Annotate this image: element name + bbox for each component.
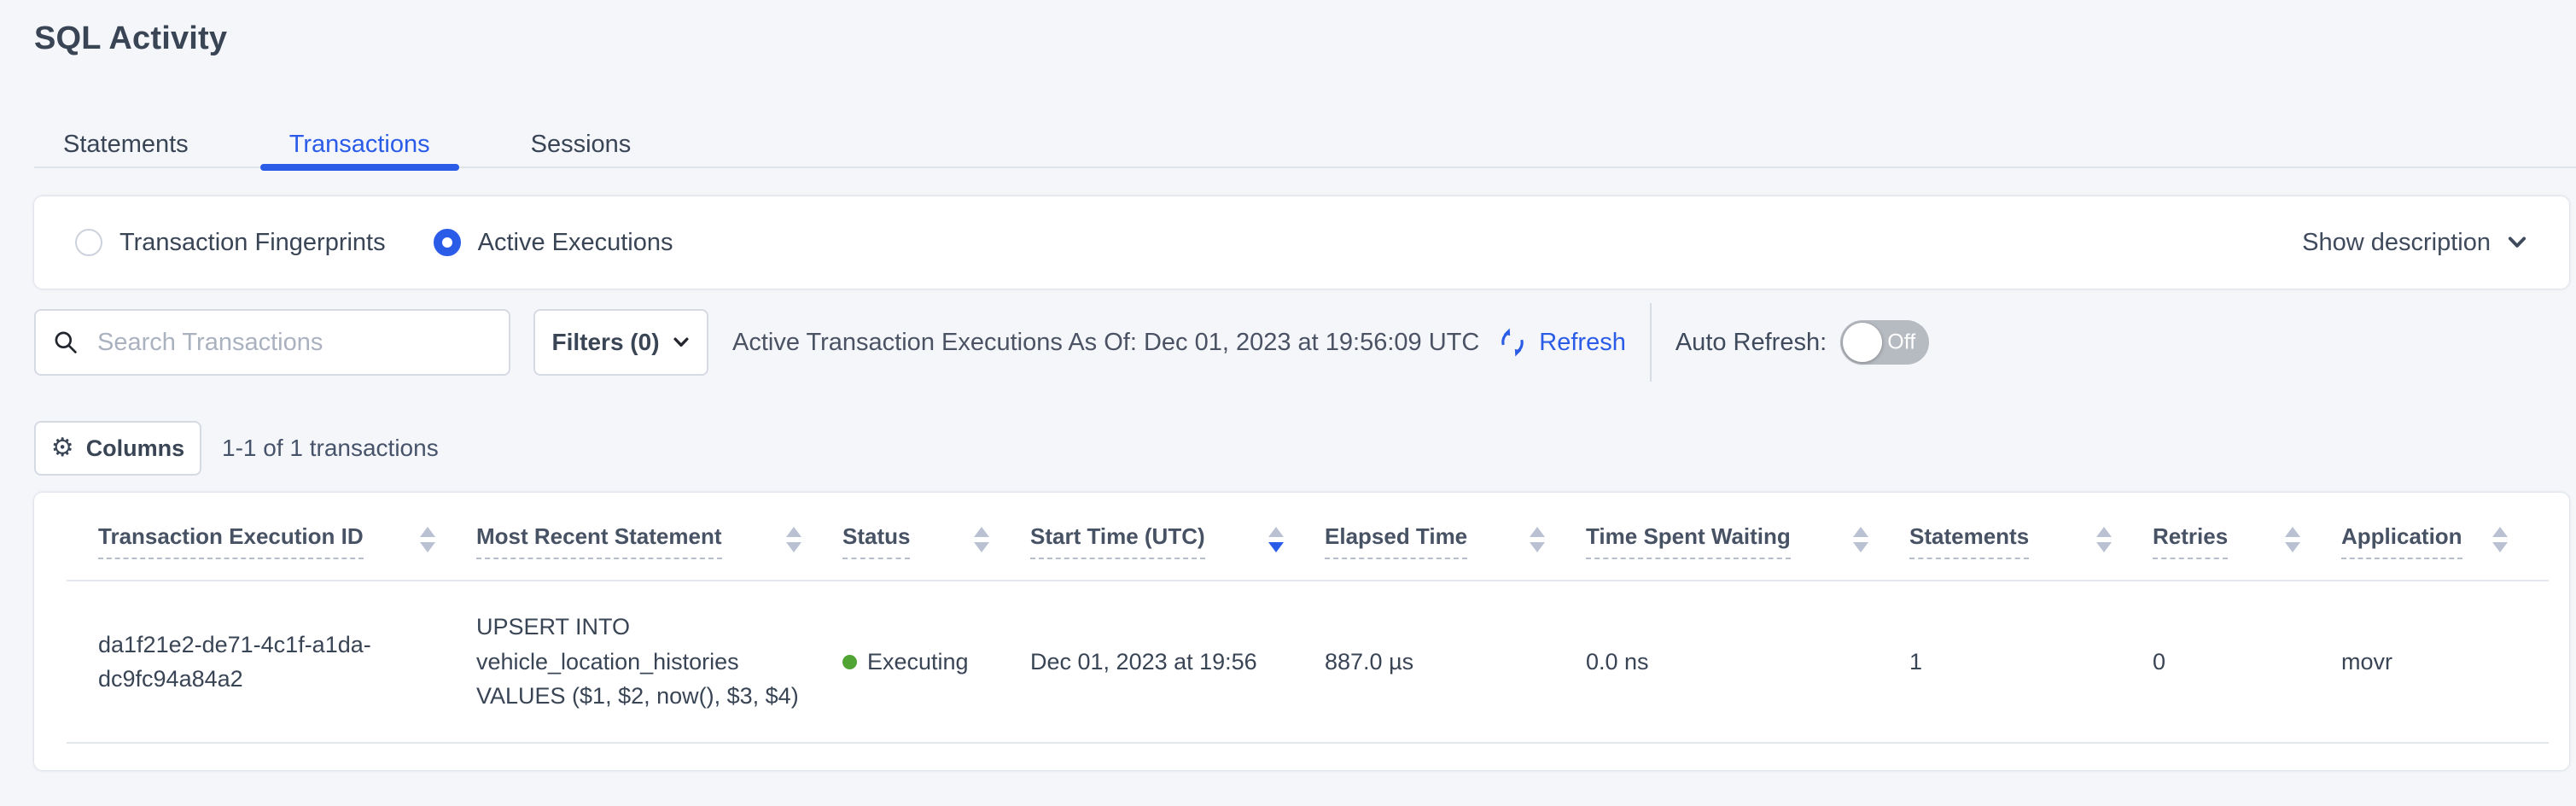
refresh-label: Refresh — [1539, 329, 1626, 357]
search-icon — [53, 330, 79, 355]
divider — [1650, 303, 1652, 382]
view-mode-card: Transaction Fingerprints Active Executio… — [34, 196, 2569, 289]
filters-button[interactable]: Filters (0) — [533, 309, 708, 376]
columns-button-label: Columns — [86, 435, 185, 462]
refresh-icon — [1496, 326, 1529, 359]
tab-statements[interactable]: Statements — [34, 122, 218, 166]
columns-button[interactable]: ⚙ Columns — [34, 421, 201, 476]
column-header-time-spent-waiting[interactable]: Time Spent Waiting — [1586, 523, 1909, 559]
tab-bar: Statements Transactions Sessions — [34, 119, 2576, 168]
sort-icon[interactable] — [1268, 527, 1284, 552]
filters-button-label: Filters (0) — [551, 329, 659, 356]
sort-icon[interactable] — [786, 527, 801, 552]
show-description-label: Show description — [2302, 229, 2491, 257]
radio-circle-icon — [434, 229, 461, 256]
auto-refresh-label: Auto Refresh: — [1676, 329, 1827, 357]
status-dot-icon — [842, 655, 857, 669]
transactions-table-card: Transaction Execution ID Most Recent Sta… — [34, 493, 2569, 770]
cell-statements: 1 — [1909, 581, 2153, 742]
sql-activity-page: SQL Activity Statements Transactions Ses… — [0, 20, 2576, 806]
search-input-wrapper — [34, 309, 510, 376]
tab-sessions[interactable]: Sessions — [502, 122, 661, 166]
status-badge: Executing — [867, 645, 969, 680]
auto-refresh-toggle[interactable]: Off — [1840, 320, 1929, 365]
page-title: SQL Activity — [34, 20, 2576, 57]
radio-circle-icon — [75, 229, 102, 256]
table-row[interactable]: da1f21e2-de71-4c1f-a1da-dc9fc94a84a2 UPS… — [67, 581, 2549, 744]
radio-label: Active Executions — [478, 229, 673, 257]
as-of-text: Active Transaction Executions As Of: Dec… — [732, 329, 1479, 357]
chevron-down-icon — [672, 333, 691, 352]
column-header-application[interactable]: Application — [2341, 523, 2549, 559]
cell-transaction-execution-id[interactable]: da1f21e2-de71-4c1f-a1da-dc9fc94a84a2 — [98, 581, 476, 742]
cell-retries: 0 — [2153, 581, 2341, 742]
chevron-down-icon — [2506, 231, 2528, 254]
show-description-toggle[interactable]: Show description — [2302, 229, 2528, 257]
radio-label: Transaction Fingerprints — [119, 229, 386, 257]
gear-icon: ⚙ — [51, 435, 74, 461]
toolbar: Filters (0) Active Transaction Execution… — [34, 309, 2569, 376]
sort-icon[interactable] — [420, 527, 435, 552]
column-header-most-recent-statement[interactable]: Most Recent Statement — [476, 523, 842, 559]
result-count: 1-1 of 1 transactions — [222, 435, 439, 462]
column-header-elapsed-time[interactable]: Elapsed Time — [1325, 523, 1586, 559]
column-header-transaction-execution-id[interactable]: Transaction Execution ID — [98, 523, 476, 559]
sort-icon[interactable] — [1853, 527, 1868, 552]
radio-transaction-fingerprints[interactable]: Transaction Fingerprints — [75, 229, 386, 257]
search-input[interactable] — [97, 329, 492, 357]
cell-status: Executing — [842, 581, 1030, 742]
tab-transactions[interactable]: Transactions — [260, 122, 459, 166]
table-toolbar: ⚙ Columns 1-1 of 1 transactions — [34, 421, 2569, 476]
toggle-knob — [1843, 323, 1882, 362]
column-header-statements[interactable]: Statements — [1909, 523, 2153, 559]
sort-icon[interactable] — [2492, 527, 2508, 552]
table-header-row: Transaction Execution ID Most Recent Sta… — [67, 493, 2549, 581]
refresh-button[interactable]: Refresh — [1496, 326, 1626, 359]
column-header-start-time[interactable]: Start Time (UTC) — [1030, 523, 1325, 559]
cell-start-time: Dec 01, 2023 at 19:56 — [1030, 581, 1325, 742]
sort-icon[interactable] — [1530, 527, 1545, 552]
sort-icon[interactable] — [2096, 527, 2112, 552]
cell-application: movr — [2341, 581, 2549, 742]
sort-icon[interactable] — [2285, 527, 2300, 552]
cell-time-spent-waiting: 0.0 ns — [1586, 581, 1909, 742]
toggle-state-label: Off — [1887, 330, 1915, 355]
column-header-status[interactable]: Status — [842, 523, 1030, 559]
column-header-retries[interactable]: Retries — [2153, 523, 2341, 559]
cell-elapsed-time: 887.0 µs — [1325, 581, 1586, 742]
sort-icon[interactable] — [974, 527, 989, 552]
radio-active-executions[interactable]: Active Executions — [434, 229, 673, 257]
cell-most-recent-statement: UPSERT INTO vehicle_location_histories V… — [476, 581, 842, 742]
